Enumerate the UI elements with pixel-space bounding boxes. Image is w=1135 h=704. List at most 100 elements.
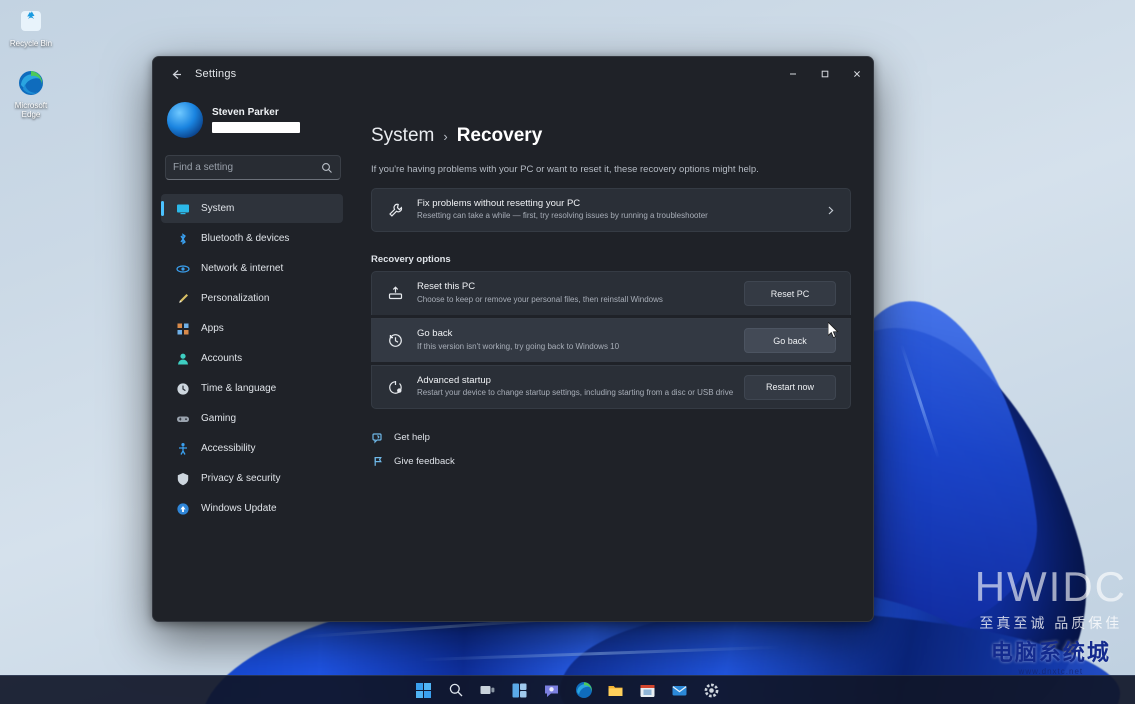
minimize-button[interactable] — [777, 57, 809, 91]
sidebar-item-label: System — [201, 203, 235, 214]
desktop: Recycle Bin Microsoft Edge Settings Stev… — [0, 0, 1135, 704]
breadcrumb-parent[interactable]: System — [371, 125, 434, 147]
close-button[interactable] — [841, 57, 873, 91]
breadcrumb: System › Recovery — [371, 125, 851, 147]
link-label: Give feedback — [394, 456, 455, 467]
card-subtitle: Choose to keep or remove your personal f… — [417, 294, 663, 304]
accounts-icon — [175, 351, 190, 366]
give-feedback-icon — [371, 455, 385, 468]
help-links: Get help Give feedback — [371, 431, 851, 468]
sidebar-item-gaming[interactable]: Gaming — [161, 404, 343, 433]
sidebar-item-accounts[interactable]: Accounts — [161, 344, 343, 373]
sidebar-item-personalization[interactable]: Personalization — [161, 284, 343, 313]
reset-pc-button[interactable]: Reset PC — [744, 281, 836, 306]
recovery-option-go-back[interactable]: Go back If this version isn't working, t… — [371, 318, 851, 362]
sidebar-item-label: Accessibility — [201, 443, 256, 454]
accessibility-icon — [175, 441, 190, 456]
recovery-option-advanced-startup[interactable]: Advanced startup Restart your device to … — [371, 365, 851, 409]
go-back-button[interactable]: Go back — [744, 328, 836, 353]
card-title: Reset this PC — [417, 281, 476, 293]
sidebar-item-bluetooth-devices[interactable]: Bluetooth & devices — [161, 224, 343, 253]
go-back-icon — [385, 332, 405, 349]
sidebar-item-apps[interactable]: Apps — [161, 314, 343, 343]
desktop-icon-recycle-bin[interactable]: Recycle Bin — [2, 6, 60, 48]
microsoft-edge-icon — [16, 68, 46, 98]
breadcrumb-separator-icon: › — [443, 129, 448, 144]
sidebar: Steven Parker Find a setting System Blue… — [153, 91, 351, 621]
settings-window: Settings Steven Parker Find a setting Sy… — [152, 56, 874, 622]
window-titlebar: Settings — [153, 57, 873, 91]
sidebar-item-system[interactable]: System — [161, 194, 343, 223]
get-help-icon — [371, 431, 385, 444]
card-title: Fix problems without resetting your PC — [417, 197, 581, 209]
sidebar-item-time-language[interactable]: Time & language — [161, 374, 343, 403]
card-subtitle: If this version isn't working, try going… — [417, 341, 620, 351]
user-profile[interactable]: Steven Parker — [161, 91, 343, 143]
link-label: Get help — [394, 432, 430, 443]
card-title: Advanced startup — [417, 374, 491, 386]
profile-name: Steven Parker — [212, 107, 279, 118]
system-icon — [175, 201, 190, 216]
page-subtitle: If you're having problems with your PC o… — [371, 164, 759, 175]
card-subtitle: Restart your device to change startup se… — [417, 388, 734, 398]
sidebar-nav: System Bluetooth & devices Network & int… — [161, 194, 343, 523]
give-feedback-link[interactable]: Give feedback — [371, 455, 851, 468]
desktop-icon-label: Microsoft Edge — [14, 101, 48, 120]
personalization-icon — [175, 291, 190, 306]
desktop-icon-label: Recycle Bin — [9, 39, 53, 48]
sidebar-item-label: Personalization — [201, 293, 270, 304]
taskbar-chat-button[interactable] — [541, 680, 562, 701]
bluetooth-icon — [175, 231, 190, 246]
sidebar-item-privacy-security[interactable]: Privacy & security — [161, 464, 343, 493]
avatar — [167, 102, 203, 138]
search-input[interactable] — [173, 162, 321, 173]
search-box[interactable] — [165, 155, 341, 180]
back-button[interactable] — [161, 61, 191, 87]
troubleshoot-card[interactable]: Fix problems without resetting your PC R… — [371, 188, 851, 232]
window-title: Settings — [195, 68, 237, 80]
sidebar-item-accessibility[interactable]: Accessibility — [161, 434, 343, 463]
recycle-bin-icon — [16, 6, 46, 36]
main-content: System › Recovery If you're having probl… — [351, 91, 873, 621]
reset-pc-icon — [385, 285, 405, 302]
sidebar-item-label: Time & language — [201, 383, 277, 394]
recovery-options-group: Reset this PC Choose to keep or remove y… — [371, 271, 851, 409]
taskbar-file-explorer-button[interactable] — [605, 680, 626, 701]
restart-now-button[interactable]: Restart now — [744, 374, 836, 400]
taskbar-edge-button[interactable] — [573, 680, 594, 701]
apps-icon — [175, 321, 190, 336]
sidebar-item-label: Bluetooth & devices — [201, 233, 290, 244]
advanced-startup-icon — [385, 379, 405, 396]
maximize-button[interactable] — [809, 57, 841, 91]
windows-update-icon — [175, 501, 190, 516]
profile-email-redacted — [212, 122, 300, 133]
card-subtitle: Resetting can take a while — first, try … — [417, 211, 708, 221]
gaming-icon — [175, 411, 190, 426]
page-title: Recovery — [456, 125, 543, 146]
taskbar-settings-button[interactable] — [701, 680, 722, 701]
sidebar-item-network-internet[interactable]: Network & internet — [161, 254, 343, 283]
sidebar-item-label: Gaming — [201, 413, 237, 424]
time-language-icon — [175, 381, 190, 396]
taskbar-widgets-button[interactable] — [509, 680, 530, 701]
card-title: Go back — [417, 328, 453, 340]
window-controls — [777, 57, 873, 91]
recovery-option-reset-this-pc[interactable]: Reset this PC Choose to keep or remove y… — [371, 271, 851, 315]
get-help-link[interactable]: Get help — [371, 431, 851, 444]
taskbar-task-view-button[interactable] — [477, 680, 498, 701]
taskbar-store-button[interactable] — [637, 680, 658, 701]
privacy-security-icon — [175, 471, 190, 486]
taskbar-search-button[interactable] — [445, 680, 466, 701]
sidebar-item-label: Accounts — [201, 353, 243, 364]
desktop-icon-microsoft-edge[interactable]: Microsoft Edge — [2, 68, 60, 119]
taskbar-mail-button[interactable] — [669, 680, 690, 701]
search-icon — [321, 162, 333, 174]
network-icon — [175, 261, 190, 276]
wrench-icon — [385, 202, 405, 219]
section-label: Recovery options — [371, 254, 451, 265]
taskbar-start-button[interactable] — [413, 680, 434, 701]
sidebar-item-label: Apps — [201, 323, 224, 334]
taskbar — [0, 675, 1135, 704]
chevron-right-icon[interactable] — [825, 205, 836, 216]
sidebar-item-windows-update[interactable]: Windows Update — [161, 494, 343, 523]
